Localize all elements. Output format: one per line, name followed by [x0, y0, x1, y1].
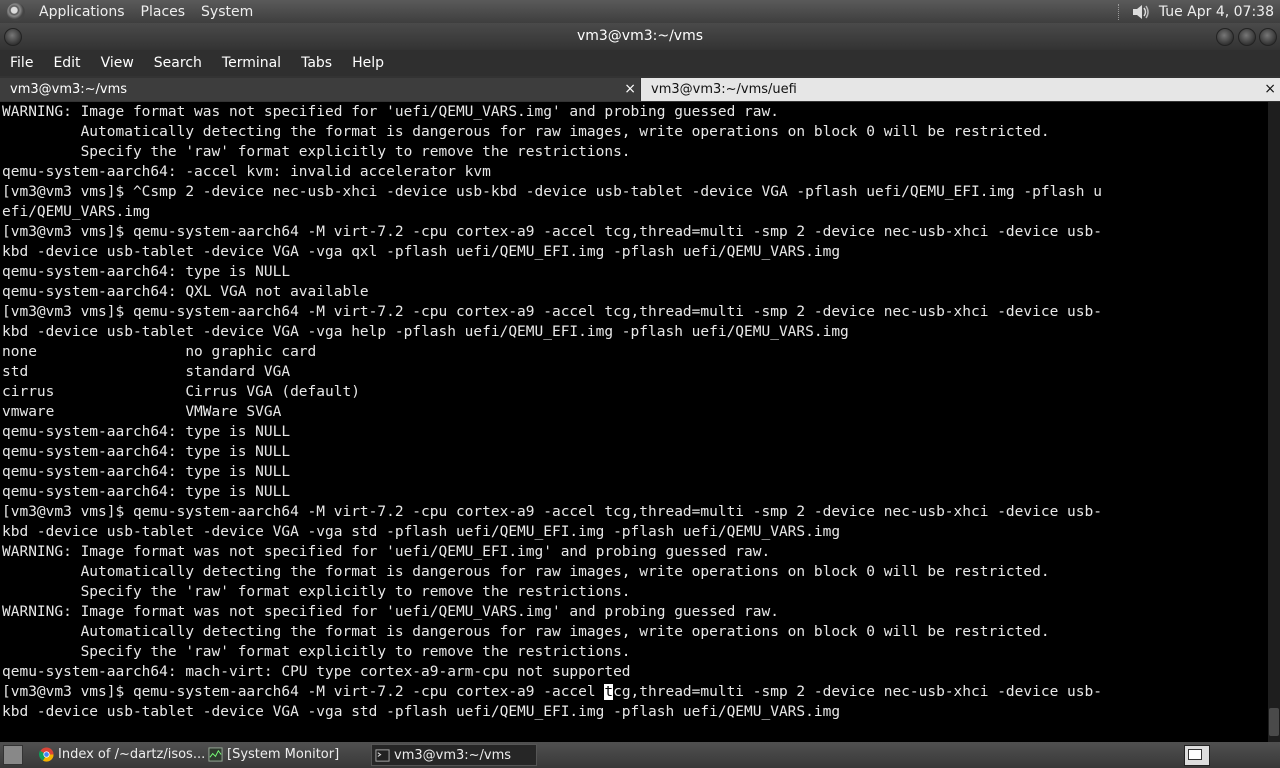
terminal-line: std standard VGA — [2, 364, 291, 380]
terminal-line: qemu-system-aarch64: type is NULL — [2, 464, 291, 480]
tab-bar: vm3@vm3:~/vms × vm3@vm3:~/vms/uefi × — [0, 76, 1280, 102]
maximize-button[interactable] — [1238, 28, 1256, 46]
tab-close-icon[interactable]: × — [624, 78, 636, 101]
clock[interactable]: Tue Apr 4, 07:38 — [1159, 4, 1280, 20]
volume-icon[interactable] — [1131, 3, 1151, 21]
panel-separator — [1117, 3, 1121, 20]
window-titlebar[interactable]: vm3@vm3:~/vms — [0, 23, 1280, 50]
terminal-line: cirrus Cirrus VGA (default) — [2, 384, 360, 400]
task-label: [System Monitor] — [227, 747, 340, 762]
terminal-line: Automatically detecting the format is da… — [2, 124, 1050, 140]
menu-search[interactable]: Search — [144, 55, 212, 71]
applications-menu[interactable]: Applications — [31, 4, 133, 20]
terminal-line: qemu-system-aarch64: type is NULL — [2, 264, 291, 280]
tab-uefi[interactable]: vm3@vm3:~/vms/uefi × — [641, 78, 1280, 101]
menu-view[interactable]: View — [91, 55, 144, 71]
terminal-line: qemu-system-aarch64: QXL VGA not availab… — [2, 284, 369, 300]
gnome-foot-icon[interactable] — [7, 2, 25, 21]
task-browser[interactable]: Index of /~dartz/isos... — [36, 744, 204, 766]
window-menu-button[interactable] — [4, 28, 22, 46]
terminal-line: Automatically detecting the format is da… — [2, 624, 1050, 640]
task-label: Index of /~dartz/isos... — [58, 747, 204, 762]
text-cursor: t — [604, 684, 614, 700]
terminal-output[interactable]: WARNING: Image format was not specified … — [0, 102, 1268, 742]
task-system-monitor[interactable]: [System Monitor] — [205, 744, 365, 766]
close-button[interactable] — [1259, 28, 1277, 46]
command-after-cursor: cg,thread=multi -smp 2 -device nec-usb-x… — [613, 684, 1102, 700]
terminal-line: [vm3@vm3 vms]$ qemu-system-aarch64 -M vi… — [2, 224, 1102, 240]
taskbar: Index of /~dartz/isos... [System Monitor… — [0, 742, 1280, 768]
terminal-line: qemu-system-aarch64: -accel kvm: invalid… — [2, 164, 491, 180]
menu-help[interactable]: Help — [342, 55, 394, 71]
tab-label: vm3@vm3:~/vms/uefi — [651, 82, 797, 97]
terminal-icon — [375, 749, 390, 762]
menu-file[interactable]: File — [0, 55, 43, 71]
minimize-button[interactable] — [1216, 28, 1234, 46]
top-panel: Applications Places System Tue Apr 4, 07… — [0, 0, 1280, 23]
tab-label: vm3@vm3:~/vms — [10, 82, 128, 97]
menu-terminal[interactable]: Terminal — [212, 55, 291, 71]
terminal-line: Specify the 'raw' format explicitly to r… — [2, 644, 631, 660]
tab-vms[interactable]: vm3@vm3:~/vms × — [0, 78, 640, 101]
terminal-line: qemu-system-aarch64: type is NULL — [2, 424, 291, 440]
terminal-line: kbd -device usb-tablet -device VGA -vga … — [2, 324, 849, 340]
task-label: vm3@vm3:~/vms — [394, 748, 512, 763]
terminal-line: kbd -device usb-tablet -device VGA -vga … — [2, 524, 841, 540]
terminal-line: WARNING: Image format was not specified … — [2, 604, 779, 620]
terminal-line: kbd -device usb-tablet -device VGA -vga … — [2, 244, 841, 260]
system-menu[interactable]: System — [193, 4, 261, 20]
show-desktop-icon[interactable] — [3, 745, 23, 765]
tab-close-icon[interactable]: × — [1264, 78, 1276, 101]
chrome-icon — [39, 747, 54, 762]
menu-tabs[interactable]: Tabs — [291, 55, 342, 71]
terminal-line: qemu-system-aarch64: mach-virt: CPU type… — [2, 664, 631, 680]
places-menu[interactable]: Places — [133, 4, 194, 20]
terminal-line: qemu-system-aarch64: type is NULL — [2, 444, 291, 460]
system-monitor-icon — [208, 747, 223, 762]
terminal-line: Automatically detecting the format is da… — [2, 564, 1050, 580]
workspace-switcher[interactable] — [1184, 745, 1210, 766]
terminal-line: qemu-system-aarch64: type is NULL — [2, 484, 291, 500]
terminal-line: kbd -device usb-tablet -device VGA -vga … — [2, 704, 841, 720]
terminal-line: Specify the 'raw' format explicitly to r… — [2, 144, 631, 160]
terminal-line: efi/QEMU_VARS.img — [2, 204, 151, 220]
terminal-command-line[interactable]: [vm3@vm3 vms]$ qemu-system-aarch64 -M vi… — [2, 682, 1268, 702]
terminal-line: [vm3@vm3 vms]$ qemu-system-aarch64 -M vi… — [2, 304, 1102, 320]
terminal-line: WARNING: Image format was not specified … — [2, 544, 771, 560]
terminal-line: Specify the 'raw' format explicitly to r… — [2, 584, 631, 600]
scrollbar-thumb[interactable] — [1269, 708, 1279, 736]
terminal-line: none no graphic card — [2, 344, 317, 360]
window-title: vm3@vm3:~/vms — [576, 28, 704, 44]
menu-edit[interactable]: Edit — [43, 55, 90, 71]
terminal-line: [vm3@vm3 vms]$ ^Csmp 2 -device nec-usb-x… — [2, 184, 1102, 200]
menubar: File Edit View Search Terminal Tabs Help — [0, 50, 1280, 76]
terminal-line: [vm3@vm3 vms]$ qemu-system-aarch64 -M vi… — [2, 504, 1102, 520]
terminal-line: vmware VMWare SVGA — [2, 404, 282, 420]
terminal-line: WARNING: Image format was not specified … — [2, 104, 779, 120]
terminal-scrollbar[interactable] — [1268, 102, 1280, 742]
task-terminal[interactable]: vm3@vm3:~/vms — [371, 744, 537, 766]
command-before-cursor: [vm3@vm3 vms]$ qemu-system-aarch64 -M vi… — [2, 684, 605, 700]
